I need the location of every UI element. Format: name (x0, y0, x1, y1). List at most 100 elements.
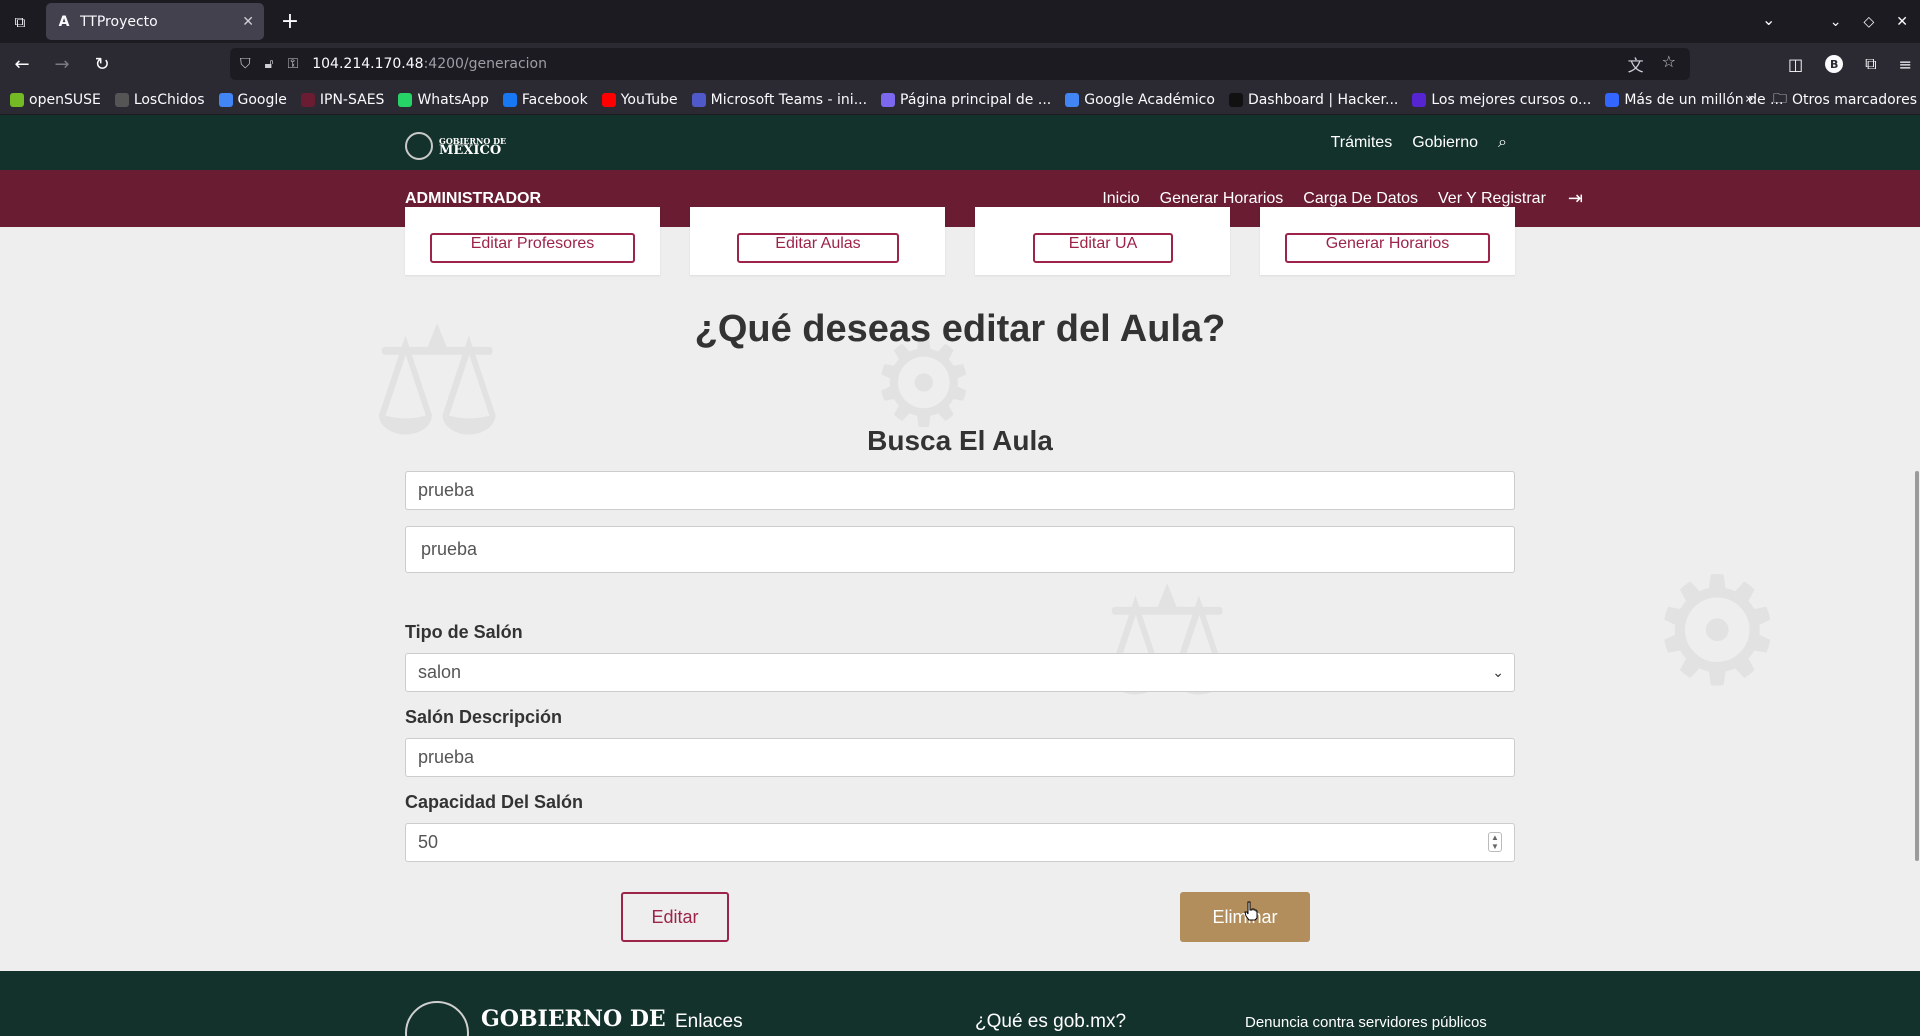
bookmark-favicon-icon (218, 92, 233, 107)
search-input-field[interactable] (418, 480, 1502, 501)
gear-decoration: ⚙ (1650, 545, 1785, 719)
menu-ver-y-registrar[interactable]: Ver Y Registrar (1438, 190, 1546, 208)
logout-icon[interactable]: ⇥ (1568, 188, 1583, 209)
other-bookmarks[interactable]: 🗀 Otros marcadores (1773, 85, 1917, 115)
menu-inicio[interactable]: Inicio (1102, 190, 1139, 208)
generate-horarios-button[interactable]: Generar Horarios (1285, 233, 1490, 263)
footer-denuncia-link[interactable]: Denuncia contra servidores públicos (1245, 1014, 1487, 1031)
angular-favicon-icon: A (58, 13, 70, 30)
footer-logo: GOBIERNO DE (405, 1001, 666, 1036)
hand-cursor-icon (1244, 901, 1258, 921)
minimize-icon[interactable]: ⌄ (1830, 14, 1842, 30)
bookmark-item[interactable]: Google Académico (1065, 92, 1215, 108)
editar-button[interactable]: Editar (621, 892, 729, 942)
bookmark-label: WhatsApp (417, 91, 489, 108)
option-cards: Editar Profesores Editar Aulas Editar UA… (405, 207, 1515, 275)
footer-seal-icon (405, 1001, 469, 1036)
bookmark-favicon-icon (398, 92, 413, 107)
restore-icon[interactable]: ◇ (1863, 14, 1874, 30)
footer-que-es-gob: ¿Qué es gob.mx? (975, 1011, 1127, 1032)
bookmarks-bar: openSUSE LosChidos Google IPN-SAES WhatsApp F… (0, 85, 1920, 115)
menu-generar-horarios[interactable]: Generar Horarios (1160, 190, 1284, 208)
bookmark-label: Página principal de ... (900, 91, 1052, 108)
capacidad-input[interactable]: ▲▼ (405, 823, 1515, 862)
tipo-salon-select[interactable]: salon ⌄ (405, 653, 1515, 692)
capacidad-field[interactable] (418, 832, 1502, 853)
url-bar[interactable]: ⛉ 🔓︎ ⚿ 104.214.170.48:4200/generacion 文 … (230, 48, 1690, 80)
edit-ua-button[interactable]: Editar UA (1033, 233, 1173, 263)
bookmark-favicon-icon (1605, 92, 1620, 107)
tipo-salon-value: salon (418, 662, 462, 682)
admin-title: ADMINISTRADOR (405, 190, 541, 207)
search-icon[interactable]: ⌕ (1498, 134, 1507, 152)
bookmark-label: Google Académico (1084, 91, 1215, 108)
profile-icon[interactable]: B (1825, 55, 1844, 73)
bookmark-item[interactable]: openSUSE (10, 92, 101, 108)
menu-carga-de-datos[interactable]: Carga De Datos (1303, 190, 1418, 208)
bookmark-item[interactable]: YouTube (601, 92, 678, 108)
bookmark-label: Google (237, 91, 287, 108)
lock-icon[interactable]: 🔓︎ (265, 56, 274, 72)
edit-profesores-button[interactable]: Editar Profesores (430, 233, 635, 263)
new-tab-icon[interactable]: + (272, 4, 308, 40)
page-scrollbar[interactable] (1914, 115, 1920, 1036)
bookmark-item[interactable]: LosChidos (114, 92, 205, 108)
bookmark-favicon-icon (881, 92, 896, 107)
edit-aulas-button[interactable]: Editar Aulas (737, 233, 899, 263)
bookmark-item[interactable]: Página principal de ... (881, 92, 1051, 108)
bookmark-item[interactable]: Más de un millón de ... (1605, 92, 1783, 108)
chevron-down-icon: ⌄ (1492, 664, 1504, 680)
bookmark-label: Los mejores cursos o... (1431, 91, 1592, 108)
bookmark-favicon-icon (114, 92, 129, 107)
bookmark-item[interactable]: Los mejores cursos o... (1412, 92, 1591, 108)
link-gobierno[interactable]: Gobierno (1412, 134, 1478, 152)
bookmark-label: openSUSE (29, 91, 101, 108)
translate-icon[interactable]: 文 (1628, 52, 1644, 76)
scrollbar-thumb[interactable] (1915, 471, 1919, 861)
bookmark-item[interactable]: IPN-SAES (300, 92, 384, 108)
number-stepper-icon[interactable]: ▲ ▼ (1488, 832, 1502, 852)
bookmark-item[interactable]: Dashboard | Hacker... (1228, 92, 1398, 108)
salon-descripcion-field[interactable] (418, 747, 1502, 768)
bookmark-item[interactable]: Facebook (502, 91, 588, 108)
gob-footer: GOBIERNO DE Enlaces ¿Qué es gob.mx? Denu… (0, 971, 1920, 1036)
gob-header: GOBIERNO DE MÉXICO Trámites Gobierno ⌕ (0, 115, 1920, 170)
search-result-item[interactable]: prueba (405, 526, 1515, 573)
search-input[interactable] (405, 471, 1515, 510)
bookmark-item[interactable]: Google (218, 91, 287, 108)
menu-icon[interactable]: ≡ (1899, 55, 1912, 74)
logo-big-text: MÉXICO (439, 143, 502, 158)
back-icon[interactable]: ← (4, 46, 40, 82)
page-title: ¿Qué deseas editar del Aula? (694, 308, 1226, 350)
salon-descripcion-input[interactable] (405, 738, 1515, 777)
browser-nav-bar: ← → ↻ ⛉ 🔓︎ ⚿ 104.214.170.48:4200/generac… (0, 43, 1920, 85)
bookmark-favicon-icon (1065, 92, 1080, 107)
bookmark-label: Facebook (521, 91, 588, 108)
web-page: ⚖ ⚙ ⚖ ⚙ GOBIERNO DE MÉXICO Trámites Gobi… (0, 115, 1920, 1036)
reload-icon[interactable]: ↻ (84, 46, 120, 82)
gob-mexico-logo[interactable]: GOBIERNO DE MÉXICO (405, 132, 506, 160)
extensions-icon[interactable]: ⧉ (1865, 54, 1876, 74)
browser-tab[interactable]: A TTProyecto ✕ (46, 3, 264, 40)
footer-enlaces: Enlaces (675, 1011, 743, 1032)
list-all-tabs-icon[interactable]: ⌄ (1762, 10, 1775, 29)
forward-icon[interactable]: → (44, 46, 80, 82)
folder-icon: 🗀 (1773, 91, 1787, 107)
bookmarks-overflow-icon[interactable]: » (1745, 91, 1754, 107)
bookmark-favicon-icon (502, 92, 517, 107)
bookmark-star-icon[interactable]: ☆ (1662, 52, 1676, 76)
shield-icon[interactable]: ⛉ (240, 56, 251, 72)
bookmark-item[interactable]: WhatsApp (398, 91, 489, 108)
key-icon[interactable]: ⚿ (288, 56, 299, 72)
salon-descripcion-label: Salón Descripción (405, 707, 563, 727)
window-controls: ⌄ ◇ ✕ (1830, 0, 1908, 43)
bookmark-favicon-icon (691, 92, 706, 107)
close-window-icon[interactable]: ✕ (1896, 14, 1908, 30)
pocket-icon[interactable]: ◫ (1788, 55, 1803, 74)
bookmark-item[interactable]: Microsoft Teams - ini... (691, 92, 867, 108)
card-profesores: Editar Profesores (405, 207, 660, 275)
close-tab-icon[interactable]: ✕ (242, 14, 254, 30)
link-tramites[interactable]: Trámites (1331, 134, 1393, 152)
tab-list-icon[interactable]: ⧉ (0, 0, 40, 43)
browser-tab-bar: ⧉ A TTProyecto ✕ + ⌄ ⌄ ◇ ✕ (0, 0, 1920, 43)
